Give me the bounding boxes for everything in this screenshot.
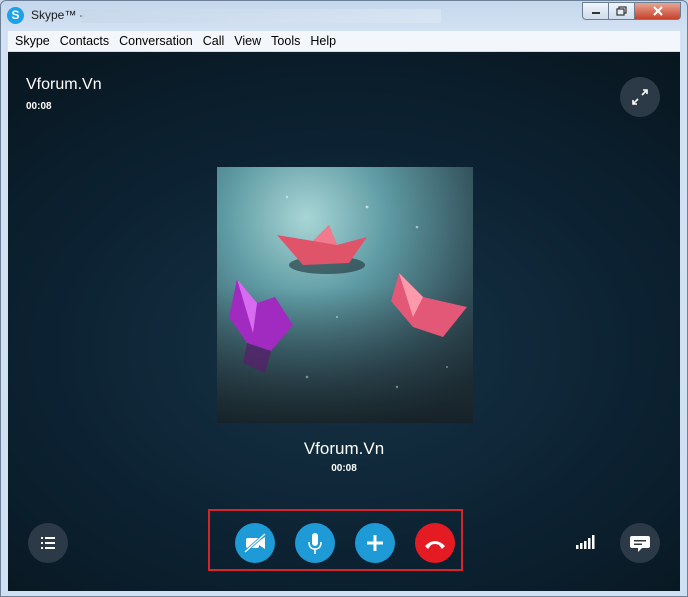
menu-help[interactable]: Help	[310, 34, 336, 48]
menu-bar: Skype Contacts Conversation Call View To…	[8, 31, 680, 52]
minimize-icon	[591, 12, 600, 14]
fullscreen-button[interactable]	[620, 77, 660, 117]
skype-logo-icon[interactable]: S	[7, 7, 24, 24]
restore-icon	[615, 6, 627, 16]
microphone-button[interactable]	[295, 523, 335, 563]
minimize-button[interactable]	[582, 2, 609, 20]
skype-window: S Skype™ - Skype Contacts Conversation C…	[0, 0, 688, 597]
call-timer-header: 00:08	[26, 101, 52, 112]
window-title: Skype™ -	[31, 8, 84, 22]
menu-call[interactable]: Call	[203, 34, 225, 48]
video-off-icon	[243, 532, 267, 554]
video-toggle-button[interactable]	[235, 523, 275, 563]
chat-bubble-icon	[630, 536, 650, 552]
menu-contacts[interactable]: Contacts	[60, 34, 109, 48]
maximize-button[interactable]	[609, 2, 635, 20]
microphone-icon	[308, 533, 322, 554]
title-bar: S Skype™ -	[1, 1, 687, 31]
chat-button[interactable]	[620, 523, 660, 563]
close-button[interactable]	[635, 2, 681, 20]
close-icon	[652, 6, 663, 16]
expand-icon	[632, 89, 648, 105]
hang-up-icon	[425, 541, 445, 549]
call-view: Vforum.Vn 00:08 Vforum.Vn 00:08	[8, 52, 680, 591]
window-controls	[582, 2, 681, 20]
menu-conversation[interactable]: Conversation	[119, 34, 193, 48]
blurred-title-region	[81, 9, 441, 23]
caller-name: Vforum.Vn	[303, 439, 385, 458]
caller-name-header: Vforum.Vn	[26, 76, 102, 93]
add-to-call-button[interactable]	[355, 523, 395, 563]
end-call-button[interactable]	[415, 523, 455, 563]
signal-strength-icon	[576, 535, 595, 549]
participants-list-button[interactable]	[28, 523, 68, 563]
menu-tools[interactable]: Tools	[271, 34, 300, 48]
list-icon	[41, 537, 55, 549]
menu-skype[interactable]: Skype	[15, 34, 50, 48]
call-timer: 00:08	[331, 463, 357, 474]
plus-icon	[367, 535, 383, 551]
contact-avatar	[217, 167, 473, 423]
menu-view[interactable]: View	[234, 34, 261, 48]
